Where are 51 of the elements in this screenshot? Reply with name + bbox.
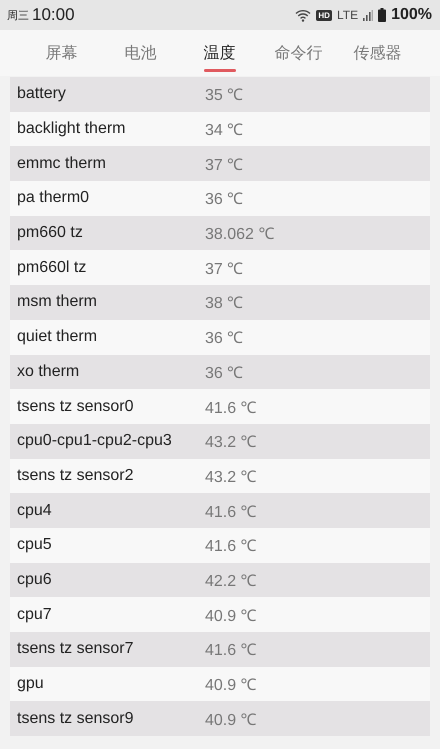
sensor-name: tsens tz sensor7 bbox=[16, 640, 134, 658]
temperature-value: 40.9 ℃ bbox=[205, 710, 257, 730]
temperature-value: 41.6 ℃ bbox=[205, 398, 257, 418]
temperature-value: 41.6 ℃ bbox=[205, 502, 257, 522]
signal-icon bbox=[363, 10, 374, 20]
temperature-value: 37 ℃ bbox=[205, 260, 244, 279]
battery-percent: 100% bbox=[391, 6, 432, 24]
sensor-name: xo therm bbox=[16, 362, 80, 381]
temperature-value: 43.2 ℃ bbox=[205, 468, 257, 487]
temperature-value: 34 ℃ bbox=[205, 121, 244, 140]
hd-badge: HD bbox=[316, 10, 332, 20]
sensor-name: quiet therm bbox=[16, 328, 98, 346]
sensor-name: pm660 tz bbox=[16, 224, 84, 242]
temperature-value: 36 ℃ bbox=[205, 190, 244, 210]
tab[interactable]: 传感器 bbox=[338, 30, 417, 76]
sensor-name: backlight therm bbox=[16, 120, 126, 138]
sensor-name: tsens tz sensor0 bbox=[16, 398, 134, 416]
battery-icon bbox=[378, 8, 386, 22]
sensor-name: emmc therm bbox=[16, 154, 107, 173]
sensor-name: battery bbox=[16, 85, 67, 104]
tab[interactable]: 电池 bbox=[101, 30, 180, 76]
temperature-value: 36 ℃ bbox=[205, 364, 244, 383]
temperature-value: 40.9 ℃ bbox=[205, 676, 257, 696]
tab[interactable]: 温度 bbox=[180, 30, 259, 76]
sensor-name: tsens tz sensor2 bbox=[16, 466, 134, 485]
sensor-name: tsens tz sensor9 bbox=[16, 710, 134, 728]
temperature-value: 42.2 ℃ bbox=[205, 572, 257, 591]
sensor-name: cpu5 bbox=[16, 536, 53, 554]
sensor-name: cpu4 bbox=[16, 502, 53, 520]
temperature-value: 43.2 ℃ bbox=[205, 433, 257, 452]
temperature-value: 38.062 ℃ bbox=[205, 225, 274, 244]
tab[interactable]: 命令行 bbox=[259, 30, 338, 76]
temperature-value: 35 ℃ bbox=[205, 86, 244, 106]
tab[interactable]: 屏幕 bbox=[22, 30, 101, 76]
temperature-value: 36 ℃ bbox=[205, 329, 244, 348]
temperature-value: 38 ℃ bbox=[205, 294, 244, 314]
clock-time: 10:00 bbox=[32, 5, 75, 25]
network-label: LTE bbox=[336, 8, 358, 22]
sensor-name: cpu0-cpu1-cpu2-cpu3 bbox=[16, 432, 173, 450]
sensor-name: cpu6 bbox=[16, 570, 53, 589]
temperature-value: 41.6 ℃ bbox=[205, 537, 257, 556]
temperature-value: 37 ℃ bbox=[205, 156, 244, 175]
sensor-name: msm therm bbox=[16, 293, 98, 312]
weekday-label: 周三 bbox=[7, 8, 29, 22]
sensor-name: pm660l tz bbox=[16, 258, 88, 277]
wifi-icon bbox=[295, 8, 312, 22]
sensor-name: gpu bbox=[16, 675, 45, 694]
sensor-name: cpu7 bbox=[16, 606, 53, 624]
temperature-value: 40.9 ℃ bbox=[205, 606, 257, 626]
sensor-name: pa therm0 bbox=[16, 189, 90, 208]
temperature-value: 41.6 ℃ bbox=[205, 641, 257, 660]
